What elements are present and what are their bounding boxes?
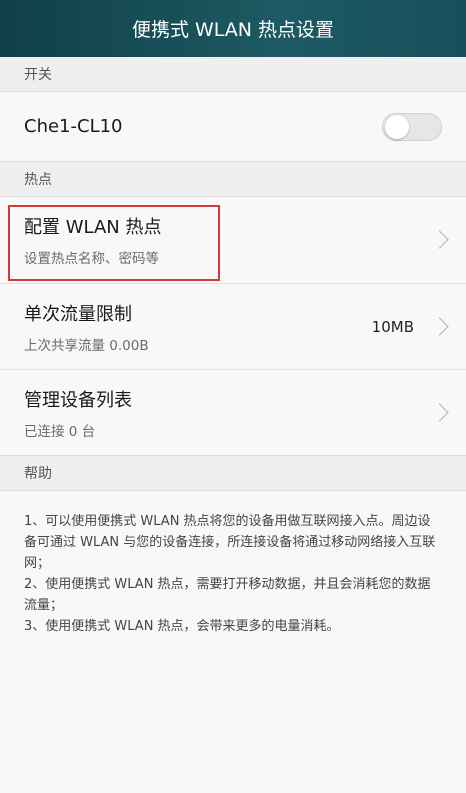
row-text: 管理设备列表 已连接 0 台 bbox=[24, 386, 132, 440]
row-subtitle: 已连接 0 台 bbox=[24, 423, 96, 440]
hotspot-toggle[interactable] bbox=[382, 112, 442, 141]
help-line: 3、使用便携式 WLAN 热点，会带来更多的电量消耗。 bbox=[24, 619, 340, 634]
help-line: 2、使用便携式 WLAN 热点，需要打开移动数据，并且会消耗您的数据流量； bbox=[24, 577, 431, 613]
section-header-help: 帮助 bbox=[0, 455, 466, 491]
section-label: 帮助 bbox=[24, 466, 52, 482]
traffic-limit-row[interactable]: 单次流量限制 上次共享流量 0.00B 10MB bbox=[0, 283, 466, 369]
row-subtitle: 设置热点名称、密码等 bbox=[24, 251, 159, 267]
title-bar: 便携式 WLAN 热点设置 bbox=[0, 0, 466, 57]
section-header-switch: 开关 bbox=[0, 57, 466, 92]
chevron-right-icon bbox=[430, 230, 449, 249]
hotspot-switch-row[interactable]: Che1-CL10 bbox=[0, 92, 466, 161]
chevron-right-icon bbox=[430, 316, 449, 336]
row-title: 管理设备列表 bbox=[24, 389, 132, 411]
section-label: 热点 bbox=[24, 172, 52, 188]
chevron-right-icon bbox=[430, 402, 449, 422]
row-subtitle: 上次共享流量 0.00B bbox=[24, 337, 149, 354]
device-list-row[interactable]: 管理设备列表 已连接 0 台 bbox=[0, 369, 466, 455]
help-line: 1、可以使用便携式 WLAN 热点将您的设备用做互联网接入点。周边设备可通过 W… bbox=[24, 514, 436, 571]
row-title: 单次流量限制 bbox=[24, 303, 132, 325]
row-text: 单次流量限制 上次共享流量 0.00B bbox=[24, 300, 149, 354]
configure-hotspot-row[interactable]: 配置 WLAN 热点 设置热点名称、密码等 bbox=[0, 197, 466, 283]
row-title: 配置 WLAN 热点 bbox=[24, 217, 162, 238]
row-text: 配置 WLAN 热点 设置热点名称、密码等 bbox=[24, 213, 161, 267]
section-label: 开关 bbox=[24, 67, 52, 83]
section-header-hotspot: 热点 bbox=[0, 161, 466, 197]
help-text: 1、可以使用便携式 WLAN 热点将您的设备用做互联网接入点。周边设备可通过 W… bbox=[0, 491, 466, 637]
device-name-label: Che1-CL10 bbox=[24, 116, 123, 137]
toggle-knob bbox=[385, 114, 409, 139]
traffic-limit-value: 10MB bbox=[371, 317, 414, 336]
page-title: 便携式 WLAN 热点设置 bbox=[131, 19, 335, 41]
